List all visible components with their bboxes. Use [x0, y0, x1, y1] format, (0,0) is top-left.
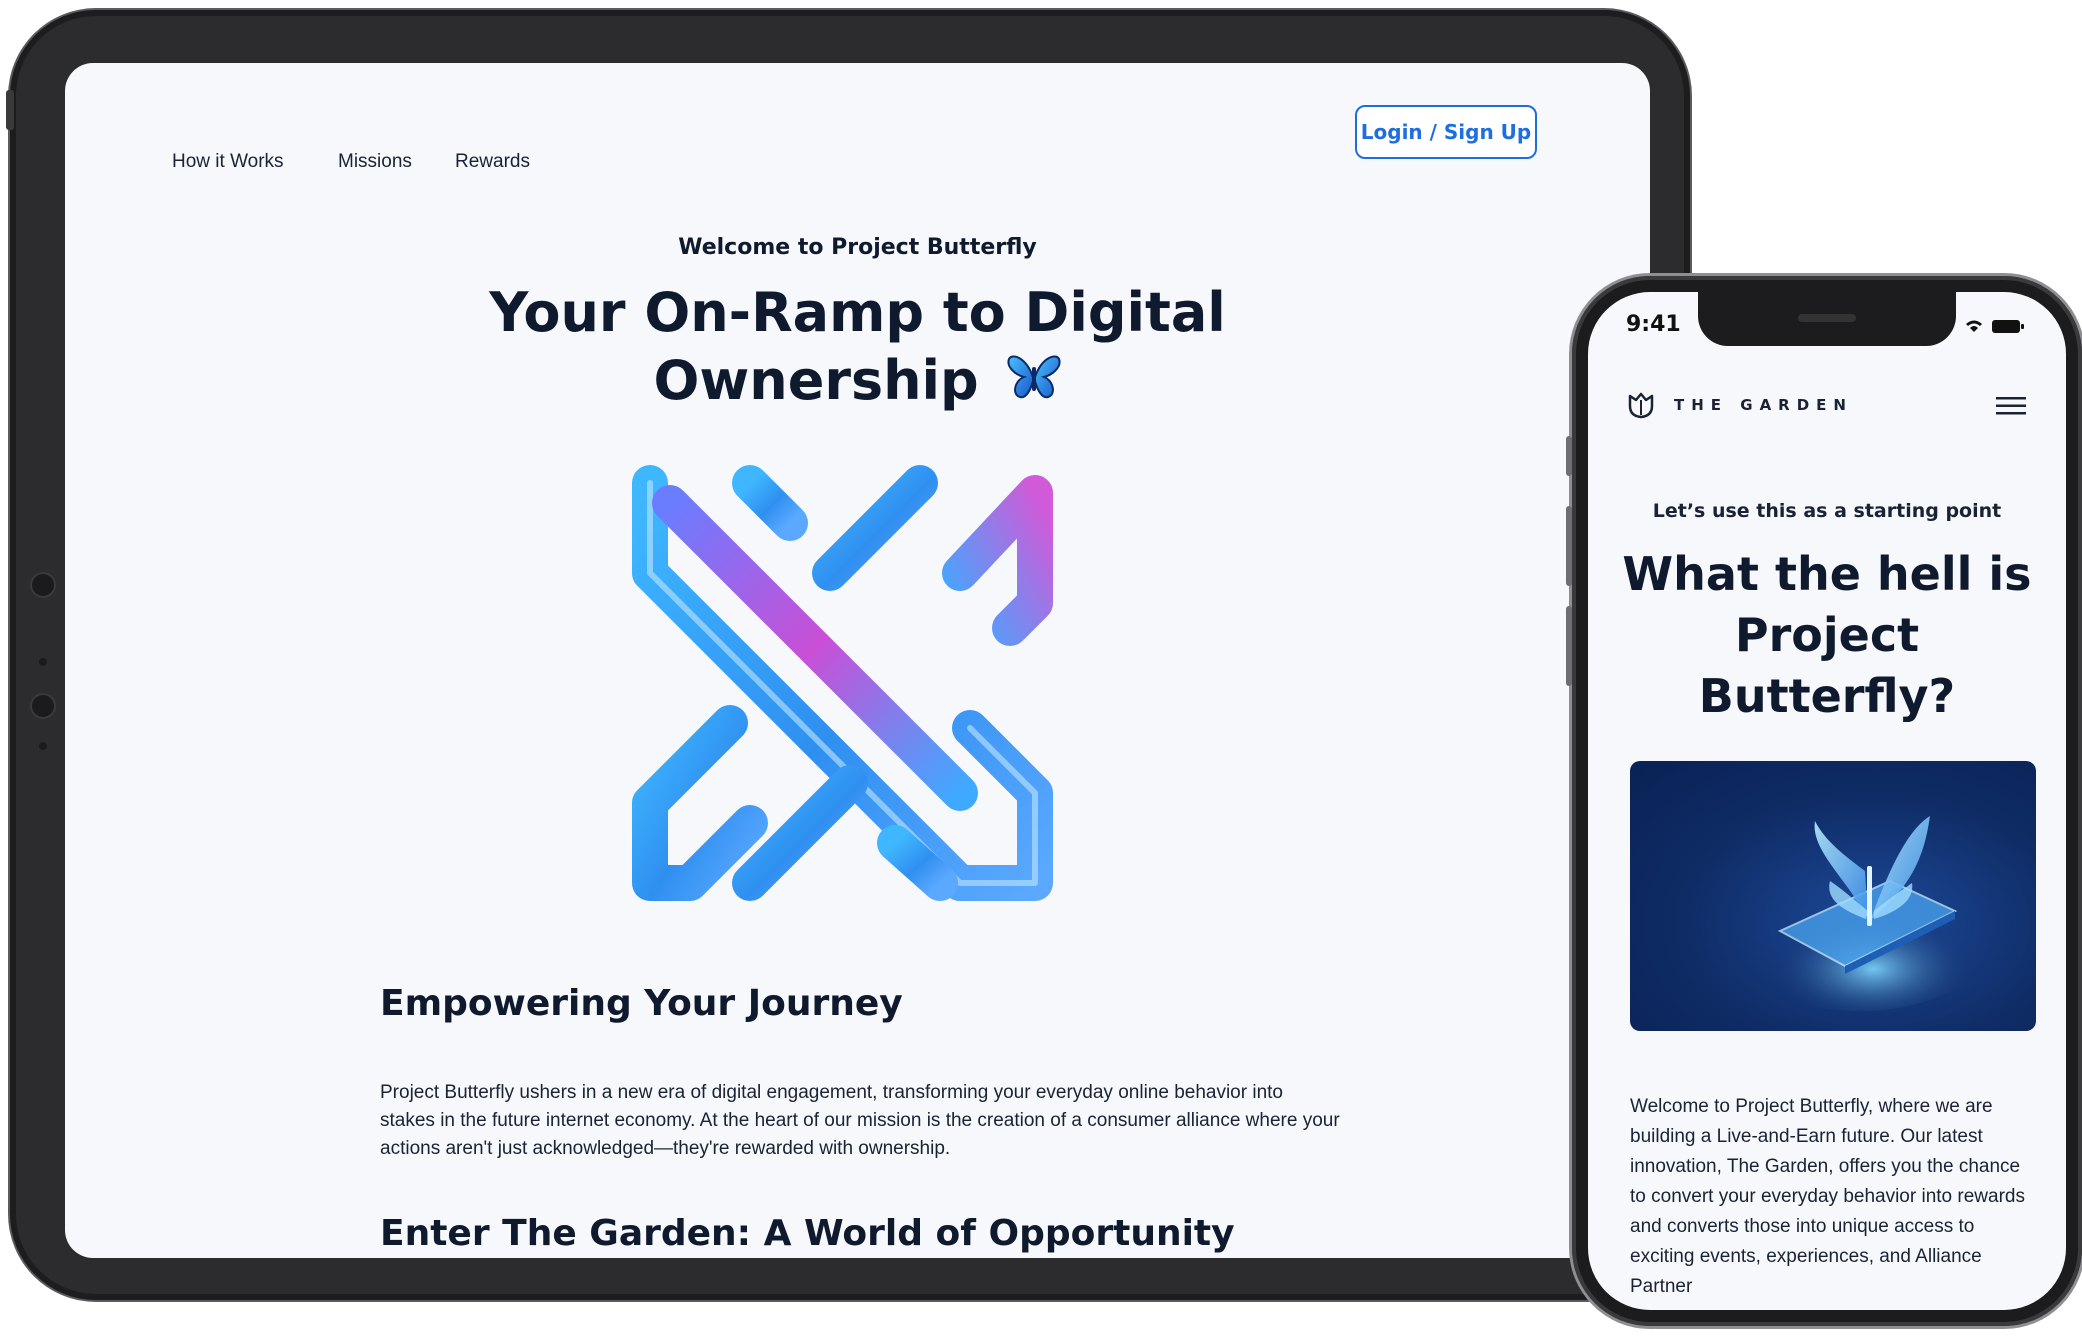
- project-butterfly-logo: [632, 465, 1053, 901]
- nav-link-missions[interactable]: Missions: [338, 151, 412, 173]
- tablet-sensor-secondary: [39, 742, 47, 750]
- phone-device-frame: 9:41 THE GARDEN Let’s use this as a star…: [1566, 276, 2082, 1326]
- login-signup-button[interactable]: Login / Sign Up: [1355, 105, 1537, 159]
- brand-name: THE GARDEN: [1674, 396, 1853, 414]
- butterfly-device-illustration: [1630, 761, 2036, 1031]
- wifi-icon: [1966, 320, 1982, 332]
- hero-eyebrow: Welcome to Project Butterfly: [678, 235, 1037, 260]
- phone-hero-eyebrow: Let’s use this as a starting point: [1652, 500, 2002, 522]
- butterfly-phone-image-icon: [1730, 816, 1990, 1011]
- hero-title-line2: Ownership: [653, 349, 979, 412]
- hero-title: Your On-Ramp to Digital Ownership: [365, 279, 1350, 415]
- tablet-device-frame: How it Works Missions Rewards Login / Si…: [6, 10, 1690, 1300]
- section-heading-empowering: Empowering Your Journey: [380, 983, 903, 1024]
- tablet-screen: How it Works Missions Rewards Login / Si…: [65, 63, 1650, 1258]
- status-time: 9:41: [1626, 312, 1681, 337]
- phone-volume-down: [1566, 606, 1572, 686]
- section-heading-garden: Enter The Garden: A World of Opportunity: [380, 1213, 1235, 1254]
- phone-volume-up: [1566, 506, 1572, 586]
- hero-title-line1: Your On-Ramp to Digital: [489, 281, 1226, 344]
- tablet-camera: [32, 574, 54, 596]
- status-icons: [1962, 316, 2026, 340]
- section-body-empowering: Project Butterfly ushers in a new era of…: [380, 1082, 1340, 1159]
- tulip-logo-icon: [1628, 392, 1654, 419]
- brand-logo-link[interactable]: THE GARDEN: [1626, 390, 1853, 420]
- tablet-camera-secondary: [32, 695, 54, 717]
- phone-body-text: Welcome to Project Butterfly, where we a…: [1630, 1096, 2025, 1297]
- phone-screen: 9:41 THE GARDEN Let’s use this as a star…: [1588, 292, 2066, 1310]
- phone-notch: [1698, 292, 1956, 346]
- battery-icon: [1992, 320, 2024, 333]
- tablet-sensor: [39, 658, 47, 666]
- phone-hero-title: What the hell is Project Butterfly?: [1622, 547, 2032, 723]
- butterfly-icon: [1007, 355, 1061, 399]
- hamburger-menu-icon[interactable]: [1996, 396, 2026, 416]
- nav-link-how-it-works[interactable]: How it Works: [172, 151, 284, 173]
- hero-title-line2-wrap: Ownership: [365, 347, 1350, 415]
- phone-silent-switch: [1566, 436, 1572, 476]
- nav-link-rewards[interactable]: Rewards: [455, 151, 530, 173]
- tablet-volume-button: [6, 90, 14, 130]
- phone-speaker: [1798, 314, 1856, 322]
